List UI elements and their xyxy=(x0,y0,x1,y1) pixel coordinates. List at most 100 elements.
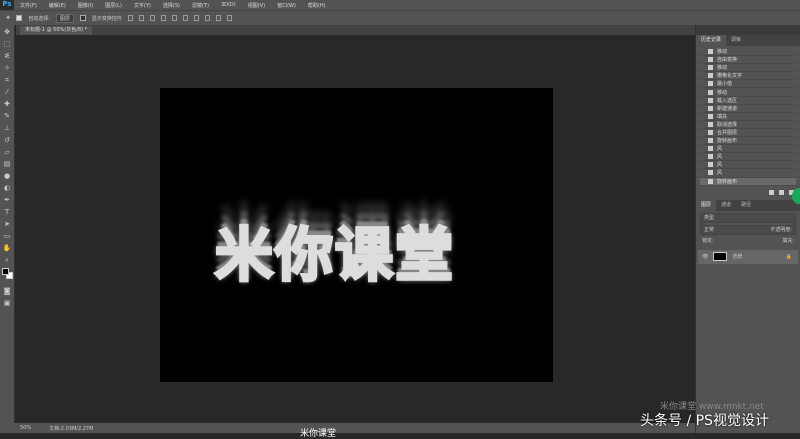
history-item[interactable]: 栅格化文字 xyxy=(700,72,796,81)
blur-icon[interactable]: ● xyxy=(3,172,12,181)
history-item-label: 移动 xyxy=(717,89,728,96)
history-state-icon xyxy=(708,178,713,184)
eraser-icon[interactable]: ▱ xyxy=(3,148,12,157)
align-top-icon[interactable] xyxy=(127,15,133,21)
snapshot-icon[interactable] xyxy=(779,190,784,196)
history-item[interactable]: 移动 xyxy=(700,48,796,57)
move-tool-icon[interactable]: ✥ xyxy=(6,15,10,21)
foreground-color-swatch[interactable] xyxy=(2,268,9,275)
align-bottom-icon[interactable] xyxy=(149,15,155,21)
show-transform-checkbox[interactable] xyxy=(79,15,86,21)
auto-select-checkbox[interactable] xyxy=(16,15,23,21)
crop-icon[interactable]: ⌗ xyxy=(3,76,12,85)
auto-select-dropdown[interactable]: 图层 xyxy=(55,13,74,23)
floating-badge[interactable] xyxy=(792,188,800,204)
history-item[interactable]: 合并图层 xyxy=(700,129,796,138)
quick-mask-icon[interactable]: ◙ xyxy=(3,287,12,296)
stamp-icon[interactable]: ⊥ xyxy=(3,124,12,133)
hand-icon[interactable]: ✋ xyxy=(3,244,12,253)
tab-adjust[interactable]: 调板 xyxy=(726,35,746,46)
3d-mode-icon[interactable] xyxy=(226,15,232,21)
visibility-eye-icon[interactable]: 👁 xyxy=(702,254,708,260)
wind-effect-text: 米你课堂 xyxy=(213,220,456,291)
history-item[interactable]: 风 xyxy=(700,153,796,162)
tools-panel: ✥ ⬚ ᓬ ✧ ⌗ ⁄ ✚ ✎ ⊥ ↺ ▱ ▤ ● ◐ ✒ T ➤ ▭ ✋ ⌕ … xyxy=(0,25,15,423)
history-state-icon xyxy=(708,49,713,55)
history-item[interactable]: 风 xyxy=(700,161,796,170)
history-state-icon xyxy=(708,129,713,135)
layer-name: 背景 xyxy=(732,254,743,261)
history-item[interactable]: 载入选区 xyxy=(700,97,796,105)
path-select-icon[interactable]: ➤ xyxy=(3,220,12,229)
menu-window[interactable]: 窗口(W) xyxy=(271,2,302,9)
tab-channels[interactable]: 通道 xyxy=(716,200,736,211)
history-state-icon xyxy=(708,105,713,111)
tab-history[interactable]: 历史记录 xyxy=(696,35,727,46)
distribute-bottom-icon[interactable] xyxy=(215,15,221,21)
history-item[interactable]: 移动 xyxy=(700,88,796,97)
menu-help[interactable]: 帮助(H) xyxy=(302,2,332,9)
pen-icon[interactable]: ✒ xyxy=(3,196,12,205)
move-icon[interactable]: ✥ xyxy=(3,28,12,37)
layer-kind-filter[interactable]: 类型 xyxy=(700,212,796,223)
dodge-icon[interactable]: ◐ xyxy=(3,184,12,193)
document-canvas[interactable]: 米你课堂 xyxy=(160,88,553,382)
history-item-label: 移动 xyxy=(717,65,728,72)
tab-layers[interactable]: 图层 xyxy=(696,199,717,211)
zoom-level[interactable]: 50% xyxy=(20,425,31,431)
history-item[interactable]: 最小值 xyxy=(700,80,796,89)
show-transform-label: 显示变换控件 xyxy=(91,15,122,22)
photoshop-logo: Ps xyxy=(0,0,14,10)
history-item[interactable]: 风 xyxy=(700,145,796,154)
gradient-icon[interactable]: ▤ xyxy=(3,160,12,169)
menu-select[interactable]: 选择(S) xyxy=(157,2,186,9)
type-icon[interactable]: T xyxy=(3,208,12,217)
brush-icon[interactable]: ✎ xyxy=(3,112,12,121)
healing-icon[interactable]: ✚ xyxy=(3,100,12,109)
menu-image[interactable]: 图像(I) xyxy=(72,2,99,9)
zoom-icon[interactable]: ⌕ xyxy=(3,256,12,265)
eyedropper-icon[interactable]: ⁄ xyxy=(3,88,12,97)
history-state-icon xyxy=(708,154,713,160)
document-tab[interactable]: 未标题-1 @ 50%(灰色/8) * xyxy=(20,26,93,35)
history-item-label: 载入选区 xyxy=(717,97,738,104)
history-item[interactable]: 自由变换 xyxy=(700,56,796,65)
history-item[interactable]: 取消选择 xyxy=(700,121,796,129)
menu-layer[interactable]: 图层(L) xyxy=(99,2,128,9)
history-item[interactable]: 旋转画布 xyxy=(700,177,796,186)
menu-type[interactable]: 文字(Y) xyxy=(128,2,157,9)
blend-mode-select[interactable]: 正常 xyxy=(704,226,714,234)
history-state-icon xyxy=(708,138,713,144)
history-brush-icon[interactable]: ↺ xyxy=(3,136,12,145)
history-footer xyxy=(696,188,800,198)
shape-icon[interactable]: ▭ xyxy=(3,232,12,241)
history-item-label: 新建通道 xyxy=(717,105,738,112)
history-item[interactable]: 新建通道 xyxy=(700,105,796,113)
history-item[interactable]: 风 xyxy=(700,169,796,178)
align-left-icon[interactable] xyxy=(160,15,166,21)
menu-file[interactable]: 文件(F) xyxy=(14,2,43,9)
menu-3d[interactable]: 3D(D) xyxy=(215,2,242,8)
menu-view[interactable]: 视图(V) xyxy=(242,2,271,9)
tab-paths[interactable]: 路径 xyxy=(736,200,756,211)
blend-row: 正常 不透明度: xyxy=(700,224,796,235)
menu-edit[interactable]: 编辑(E) xyxy=(43,2,72,9)
history-list: 移动 自由变换 移动 栅格化文字 最小值 移动 载入选区 新建通道 填充 取消选择 合并图层 旋转画布… xyxy=(696,46,800,188)
watermark-main: 头条号 / PS视觉设计 xyxy=(640,413,769,429)
lasso-icon[interactable]: ᓬ xyxy=(3,52,12,61)
history-item[interactable]: 旋转画布 xyxy=(700,137,796,146)
history-item[interactable]: 填充 xyxy=(700,113,796,121)
history-item[interactable]: 移动 xyxy=(700,64,796,73)
screen-mode-icon[interactable]: ▣ xyxy=(3,299,12,308)
align-center-icon[interactable] xyxy=(171,15,177,21)
new-document-from-state-icon[interactable] xyxy=(769,190,774,196)
history-state-icon xyxy=(708,170,713,176)
layer-background[interactable]: 👁 背景 🔒 xyxy=(698,249,798,264)
align-middle-icon[interactable] xyxy=(138,15,144,21)
distribute-middle-icon[interactable] xyxy=(204,15,210,21)
menu-filter[interactable]: 滤镜(T) xyxy=(186,2,215,9)
align-right-icon[interactable] xyxy=(182,15,188,21)
magic-wand-icon[interactable]: ✧ xyxy=(3,64,12,73)
distribute-top-icon[interactable] xyxy=(193,15,199,21)
marquee-icon[interactable]: ⬚ xyxy=(3,40,12,49)
